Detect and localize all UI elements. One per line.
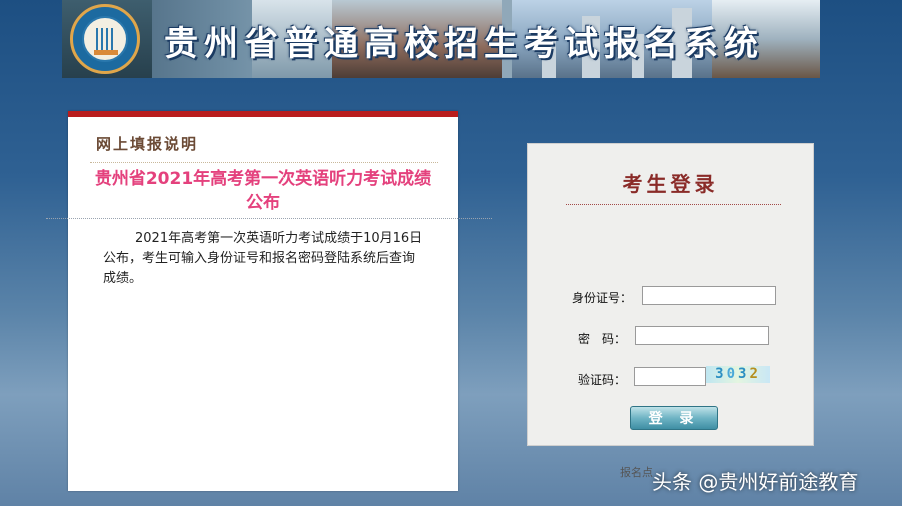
divider (46, 218, 492, 219)
province-exam-logo-icon (70, 4, 140, 74)
captcha-digit: 2 (749, 366, 761, 382)
watermark: 头条 @贵州好前途教育 (652, 470, 859, 494)
header-banner: 贵州省普通高校招生考试报名系统 (62, 0, 820, 78)
captcha-digit: 3 (738, 366, 750, 382)
login-title: 考生登录 (622, 172, 719, 196)
footer-note: 报名点 (620, 466, 653, 479)
notice-body: 2021年高考第一次英语听力考试成绩于10月16日公布，考生可输入身份证号和报名… (103, 231, 423, 286)
captcha-input[interactable] (634, 367, 706, 386)
password-label: 密 码： (578, 332, 627, 346)
notice-panel-header: 网上填报说明 (96, 135, 199, 153)
login-panel: 考生登录 身份证号： 密 码： 验证码： 3032 登 录 (527, 143, 814, 446)
divider (566, 204, 781, 205)
login-button[interactable]: 登 录 (630, 406, 718, 430)
password-input[interactable] (635, 326, 769, 345)
notice-panel: 网上填报说明 贵州省2021年高考第一次英语听力考试成绩公布 2021年高考第一… (46, 111, 492, 491)
id-number-input[interactable] (642, 286, 776, 305)
captcha-digit: 0 (726, 366, 738, 382)
divider (90, 162, 438, 163)
captcha-digit: 3 (715, 366, 727, 382)
captcha-image[interactable]: 3032 (706, 366, 770, 383)
notice-title: 贵州省2021年高考第一次英语听力考试成绩公布 (94, 169, 432, 213)
system-title: 贵州省普通高校招生考试报名系统 (164, 24, 764, 64)
captcha-label: 验证码： (578, 373, 627, 387)
id-number-label: 身份证号： (572, 291, 633, 305)
